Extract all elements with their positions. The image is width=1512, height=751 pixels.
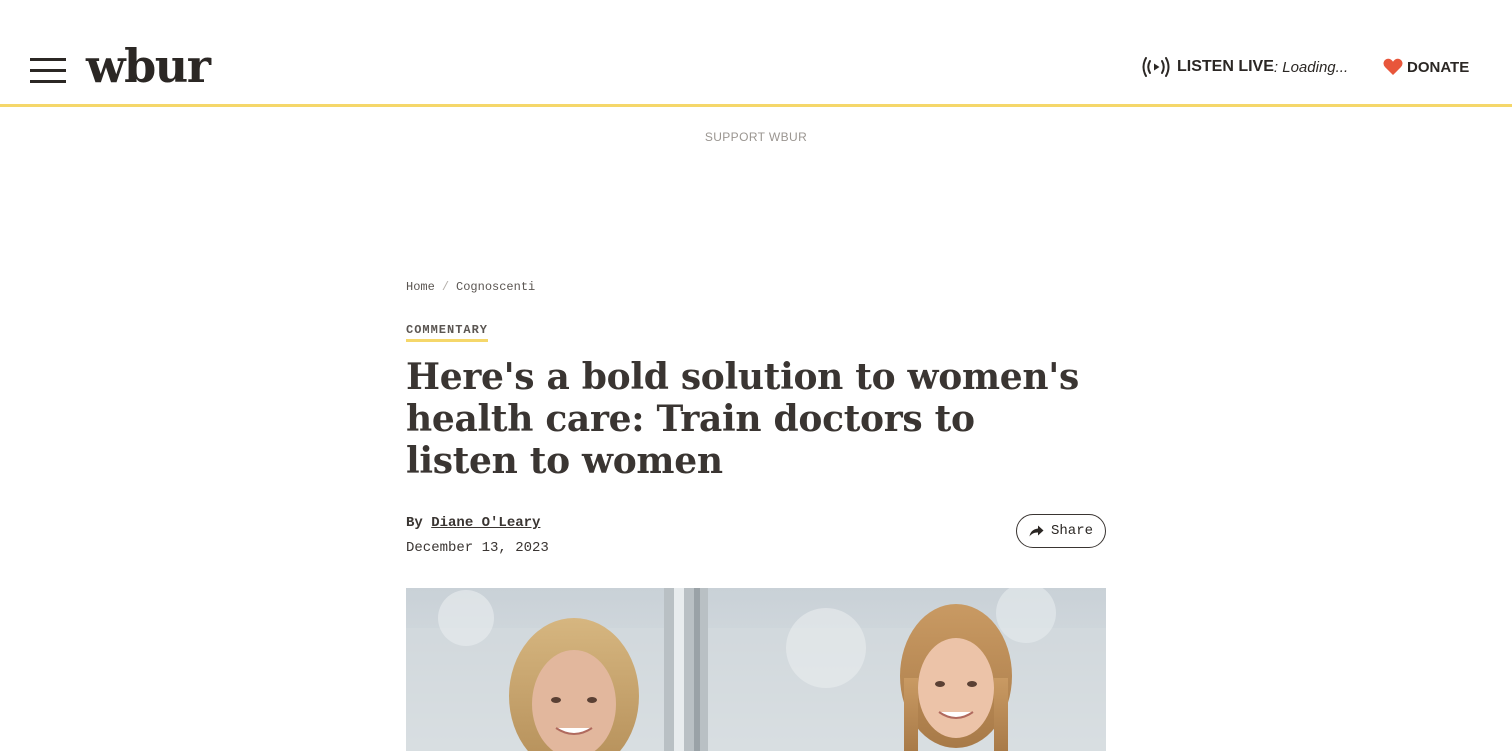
byline-prefix: By: [406, 515, 423, 531]
share-label: Share: [1050, 523, 1093, 539]
publish-date: December 13, 2023: [406, 540, 549, 556]
donate-button[interactable]: DONATE: [1383, 55, 1469, 79]
breadcrumb-section-link[interactable]: Cognoscenti: [456, 280, 535, 294]
site-header: wbur LISTEN LIVE : Loading... DONATE: [0, 0, 1512, 107]
listen-live-button[interactable]: LISTEN LIVE : Loading...: [1140, 55, 1348, 79]
ad-label: SUPPORT WBUR: [704, 130, 808, 144]
article-tag-link[interactable]: COMMENTARY: [406, 323, 489, 342]
byline: By Diane O'Leary: [406, 515, 540, 531]
heart-icon: [1383, 58, 1403, 75]
breadcrumb-separator: /: [441, 280, 450, 294]
author-link[interactable]: Diane O'Leary: [431, 515, 540, 531]
breadcrumb: Home / Cognoscenti: [406, 280, 535, 294]
share-arrow-icon: [1029, 525, 1044, 537]
article-headline: Here's a bold solution to women's health…: [406, 356, 1079, 482]
article-hero-image: [406, 588, 1106, 751]
hamburger-menu-icon[interactable]: [30, 58, 66, 84]
site-logo[interactable]: wbur: [86, 38, 211, 94]
listen-live-label: LISTEN LIVE: [1177, 58, 1274, 75]
broadcast-icon: [1142, 57, 1170, 77]
donate-label: DONATE: [1407, 58, 1470, 76]
listen-live-status: : Loading...: [1273, 58, 1349, 76]
share-button[interactable]: Share: [1016, 514, 1106, 548]
breadcrumb-home-link[interactable]: Home: [406, 280, 435, 294]
